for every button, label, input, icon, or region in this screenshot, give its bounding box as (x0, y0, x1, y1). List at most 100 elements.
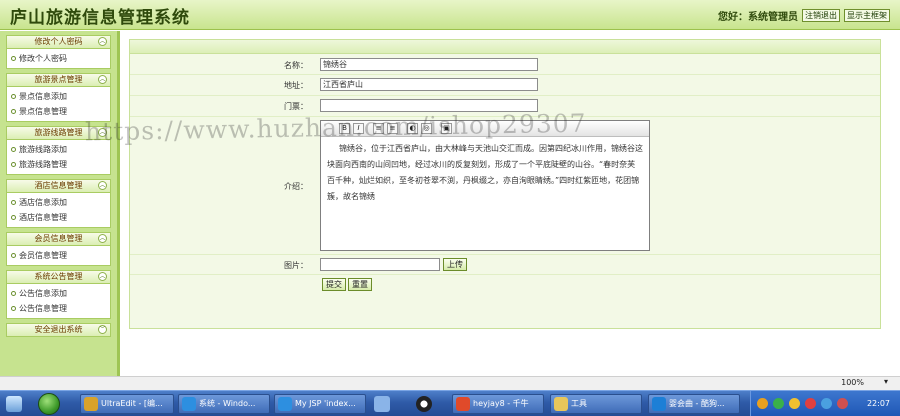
sidebar-item-label: 修改个人密码 (19, 54, 67, 63)
bullet-icon (11, 56, 16, 61)
tray-icon[interactable] (837, 398, 848, 409)
network-icon[interactable] (374, 396, 390, 412)
row-intro: 介绍： B I ≡ ≡ ◐ ◎ ▣ 锦绣谷，位于江西省庐山，由大林峰与天池山交汇… (130, 117, 880, 255)
chevron-down-icon[interactable]: ﹀ (98, 325, 107, 334)
row-name: 名称： 锦绣谷 (130, 55, 880, 75)
bullet-icon (11, 306, 16, 311)
row-address: 地址： 江西省庐山 (130, 75, 880, 96)
app-title: 庐山旅游信息管理系统 (10, 8, 190, 28)
sidebar-item-label: 酒店信息添加 (19, 198, 67, 207)
menu-group-password[interactable]: 修改个人密码 ︿ (6, 35, 111, 49)
logout-link[interactable]: 注销退出 (802, 9, 840, 22)
show-main-frame-link[interactable]: 显示主框架 (844, 9, 890, 22)
bold-icon[interactable]: B (339, 123, 350, 134)
sidebar-item-label: 公告信息管理 (19, 304, 67, 313)
sidebar-item-label: 旅游线路添加 (19, 145, 67, 154)
sidebar-item-hotel-add[interactable]: 酒店信息添加 (7, 195, 110, 210)
sidebar-item-hotel-manage[interactable]: 酒店信息管理 (7, 210, 110, 225)
taskbar-item-ie-jsp[interactable]: My JSP 'index... (274, 394, 366, 414)
menu-group-title: 会员信息管理 (34, 234, 83, 243)
ticket-label: 门票： (284, 102, 308, 111)
sidebar-item-member-manage[interactable]: 会员信息管理 (7, 248, 110, 263)
menu-group-body: 修改个人密码 (6, 49, 111, 69)
menu-group-hotel[interactable]: 酒店信息管理 ︿ (6, 179, 111, 193)
link-icon[interactable]: ◐ (407, 123, 418, 134)
show-desktop-icon[interactable] (6, 396, 22, 412)
sidebar-item-route-add[interactable]: 旅游线路添加 (7, 142, 110, 157)
taskbar: UltraEdit - [编... 系统 - Windo... My JSP '… (0, 390, 900, 416)
taskbar-item-kugou[interactable]: 婴会曲 - 酷狗... (648, 394, 740, 414)
editor-toolbar: B I ≡ ≡ ◐ ◎ ▣ (321, 121, 649, 137)
ticket-input[interactable] (320, 99, 538, 112)
zoom-level[interactable]: 100% (841, 378, 864, 387)
chevron-up-icon[interactable]: ︿ (98, 37, 107, 46)
sidebar-item-change-password[interactable]: 修改个人密码 (7, 51, 110, 66)
sidebar-item-label: 酒店信息管理 (19, 213, 67, 222)
upload-button[interactable]: 上传 (443, 258, 467, 271)
bullet-icon (11, 215, 16, 220)
chevron-up-icon[interactable]: ︿ (98, 128, 107, 137)
menu-group-logout[interactable]: 安全退出系统 ﹀ (6, 323, 111, 337)
image-icon[interactable]: ▣ (441, 123, 452, 134)
menu-group-title: 系统公告管理 (34, 272, 83, 281)
unordered-list-icon[interactable]: ≡ (387, 123, 398, 134)
sidebar-item-scenic-manage[interactable]: 景点信息管理 (7, 104, 110, 119)
qq-icon[interactable] (416, 396, 432, 412)
chevron-up-icon[interactable]: ︿ (98, 75, 107, 84)
clock[interactable]: 22:07 (867, 399, 890, 408)
menu-group-scenic[interactable]: 旅游景点管理 ︿ (6, 73, 111, 87)
editor-content[interactable]: 锦绣谷，位于江西省庐山，由大林峰与天池山交汇而成。因第四纪冰川作用，锦绣谷这块面… (321, 137, 649, 209)
intro-label: 介绍： (284, 182, 308, 191)
submit-button[interactable]: 提交 (322, 278, 346, 291)
menu-group-notice[interactable]: 系统公告管理 ︿ (6, 270, 111, 284)
ie-icon (278, 397, 292, 411)
tray-icon[interactable] (805, 398, 816, 409)
sidebar-item-notice-manage[interactable]: 公告信息管理 (7, 301, 110, 316)
taskbar-item-label: heyjay8 - 千牛 (473, 399, 529, 408)
row-actions: 提交 重置 (130, 275, 880, 295)
sidebar-item-notice-add[interactable]: 公告信息添加 (7, 286, 110, 301)
sidebar-item-label: 公告信息添加 (19, 289, 67, 298)
ordered-list-icon[interactable]: ≡ (373, 123, 384, 134)
chevron-up-icon[interactable]: ︿ (98, 181, 107, 190)
menu-group-title: 旅游线路管理 (34, 128, 83, 137)
scenic-form: 名称： 锦绣谷 地址： 江西省庐山 门票： 介绍： B I ≡ ≡ ◐ ◎ ▣ (129, 39, 881, 329)
greeting-text: 您好：系统管理员 (718, 12, 798, 23)
image-path-input[interactable] (320, 258, 440, 271)
menu-group-route[interactable]: 旅游线路管理 ︿ (6, 126, 111, 140)
name-input[interactable]: 锦绣谷 (320, 58, 538, 71)
sidebar-item-label: 会员信息管理 (19, 251, 67, 260)
menu-group-title: 旅游景点管理 (34, 75, 83, 84)
chevron-up-icon[interactable]: ︿ (98, 234, 107, 243)
rich-text-editor[interactable]: B I ≡ ≡ ◐ ◎ ▣ 锦绣谷，位于江西省庐山，由大林峰与天池山交汇而成。因… (320, 120, 650, 251)
chevron-up-icon[interactable]: ︿ (98, 272, 107, 281)
taskbar-item-label: 工具 (571, 399, 587, 408)
tray-icon[interactable] (789, 398, 800, 409)
sidebar-item-route-manage[interactable]: 旅游线路管理 (7, 157, 110, 172)
taskbar-item-tools[interactable]: 工具 (550, 394, 642, 414)
address-input[interactable]: 江西省庐山 (320, 78, 538, 91)
bullet-icon (11, 291, 16, 296)
sidebar-item-label: 景点信息添加 (19, 92, 67, 101)
menu-group-member[interactable]: 会员信息管理 ︿ (6, 232, 111, 246)
taskbar-item-ie-system[interactable]: 系统 - Windo... (178, 394, 270, 414)
menu-group-body: 酒店信息添加 酒店信息管理 (6, 193, 111, 228)
taskbar-item-ultraedit[interactable]: UltraEdit - [编... (80, 394, 174, 414)
menu-group-body: 公告信息添加 公告信息管理 (6, 284, 111, 319)
address-label: 地址： (284, 81, 308, 90)
start-button[interactable] (38, 393, 60, 415)
tray-icon[interactable] (757, 398, 768, 409)
sidebar-item-scenic-add[interactable]: 景点信息添加 (7, 89, 110, 104)
italic-icon[interactable]: I (353, 123, 364, 134)
chevron-down-icon[interactable]: ▾ (884, 377, 888, 386)
reset-button[interactable]: 重置 (348, 278, 372, 291)
menu-group-body: 旅游线路添加 旅游线路管理 (6, 140, 111, 175)
menu-group-body: 景点信息添加 景点信息管理 (6, 87, 111, 122)
ultraedit-icon (84, 397, 98, 411)
unlink-icon[interactable]: ◎ (421, 123, 432, 134)
taskbar-item-label: 系统 - Windo... (199, 399, 256, 408)
bullet-icon (11, 253, 16, 258)
taskbar-item-qianniu[interactable]: heyjay8 - 千牛 (452, 394, 544, 414)
tray-icon[interactable] (773, 398, 784, 409)
tray-icon[interactable] (821, 398, 832, 409)
